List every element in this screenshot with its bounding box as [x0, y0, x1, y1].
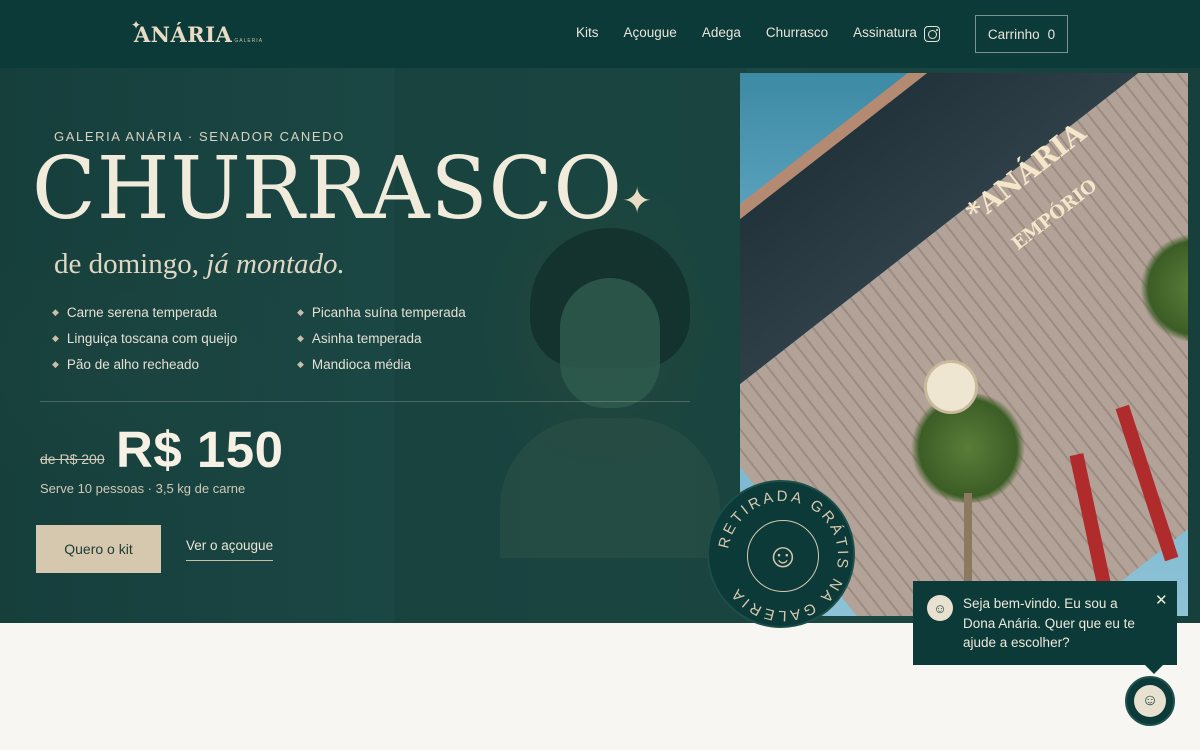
list-item: ◆ Mandioca média — [297, 356, 497, 372]
menu-item-acougue[interactable]: Açougue — [624, 25, 677, 40]
list-item: ◆ Pão de alho recheado — [52, 356, 297, 372]
chat-launcher-button[interactable]: ☺ — [1125, 676, 1175, 726]
dona-anaria-face-icon: ☺ — [747, 520, 819, 592]
chat-popup: ☺ Seja bem-vindo. Eu sou a Dona Anária. … — [913, 581, 1177, 665]
instagram-icon[interactable] — [924, 26, 940, 42]
main-menu: Kits Açougue Adega Churrasco Assinatura — [576, 25, 942, 40]
item-label: Mandioca média — [311, 356, 411, 372]
dona-anaria-avatar-icon: ☺ — [1134, 685, 1166, 717]
diamond-bullet-icon: ◆ — [297, 332, 304, 343]
hero-subtitle: de domingo, já montado. — [54, 248, 345, 281]
dona-anaria-avatar: ☺ — [927, 595, 953, 621]
serves-info: Serve 10 pessoas · 3,5 kg de carne — [40, 481, 246, 496]
cart-label: Carrinho — [987, 26, 1040, 42]
list-item: ◆ Picanha suína temperada — [297, 304, 497, 320]
subtitle-italic: já montado. — [206, 248, 345, 280]
chat-tail — [1145, 665, 1163, 674]
diamond-bullet-icon: ◆ — [52, 332, 59, 343]
price: R$ 150 — [116, 421, 284, 478]
chat-message: Seja bem-vindo. Eu sou a Dona Anária. Qu… — [963, 596, 1135, 650]
item-label: Carne serena temperada — [66, 304, 218, 320]
cart-count: 0 — [1047, 26, 1056, 42]
old-price: de R$ 200 — [40, 451, 105, 467]
list-item: ◆ Carne serena temperada — [52, 304, 297, 320]
item-label: Picanha suína temperada — [311, 304, 466, 320]
storefront-emblem — [924, 360, 978, 414]
item-label: Pão de alho recheado — [66, 356, 200, 372]
logo-star-icon: ✦ — [131, 18, 142, 32]
item-label: Linguiça toscana com queijo — [66, 330, 238, 346]
sparkle-icon: ✦ — [622, 180, 653, 221]
list-item: ◆ Linguiça toscana com queijo — [52, 330, 297, 346]
palm-tree — [908, 393, 1028, 503]
top-nav: ✦ ANÁRIA GALERIA Kits Açougue Adega Chur… — [0, 0, 1200, 68]
list-item: ◆ Asinha temperada — [297, 330, 497, 346]
subtitle-plain: de domingo, — [54, 248, 199, 280]
hero-section: GALERIA ANÁRIA · SENADOR CANEDO CHURRASC… — [0, 68, 1200, 623]
retirada-gratis-badge: RETIRADA GRÁTIS NA GALERIA ☺ — [707, 480, 855, 628]
ver-o-acougue-link[interactable]: Ver o açougue — [186, 538, 274, 561]
menu-item-adega[interactable]: Adega — [702, 25, 741, 40]
kit-items-list: ◆ Carne serena temperada ◆ Picanha suína t… — [52, 304, 472, 372]
divider — [40, 401, 690, 402]
menu-item-kits[interactable]: Kits — [576, 25, 599, 40]
diamond-bullet-icon: ◆ — [52, 358, 59, 369]
menu-item-assinatura[interactable]: Assinatura — [853, 25, 917, 40]
quero-o-kit-button[interactable]: Quero o kit — [36, 525, 161, 573]
logo-text: ANÁRIA — [134, 22, 233, 47]
cart-button[interactable]: Carrinho 0 — [975, 15, 1068, 53]
hero-portrait-illustration — [500, 228, 720, 558]
item-label: Asinha temperada — [311, 330, 422, 346]
menu-item-churrasco[interactable]: Churrasco — [766, 25, 828, 40]
logo-subtext: GALERIA — [234, 38, 264, 44]
diamond-bullet-icon: ◆ — [52, 306, 59, 317]
diamond-bullet-icon: ◆ — [297, 358, 304, 369]
hero-title: CHURRASCO — [32, 139, 623, 239]
close-icon[interactable]: ✕ — [1155, 591, 1168, 609]
logo[interactable]: ✦ ANÁRIA GALERIA — [131, 18, 264, 47]
diamond-bullet-icon: ◆ — [297, 306, 304, 317]
